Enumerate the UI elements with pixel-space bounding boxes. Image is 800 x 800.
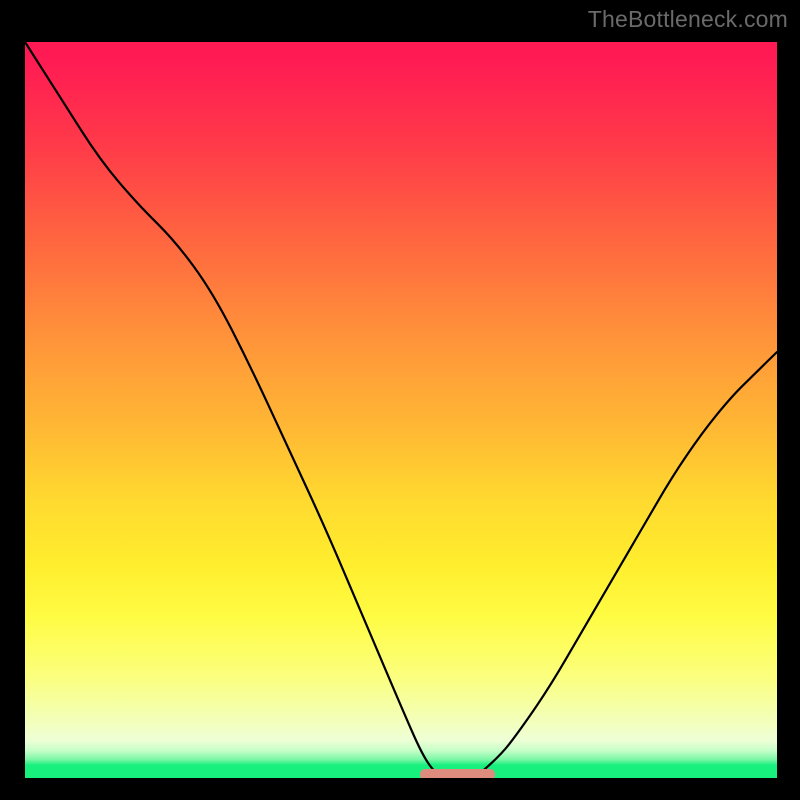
- x-axis-line: [25, 778, 777, 780]
- plot-area: [25, 42, 777, 780]
- chart-frame: TheBottleneck.com: [0, 0, 800, 800]
- right-curve: [476, 352, 777, 776]
- curve-layer: [25, 42, 777, 780]
- watermark-text: TheBottleneck.com: [588, 6, 788, 33]
- left-curve: [25, 42, 439, 776]
